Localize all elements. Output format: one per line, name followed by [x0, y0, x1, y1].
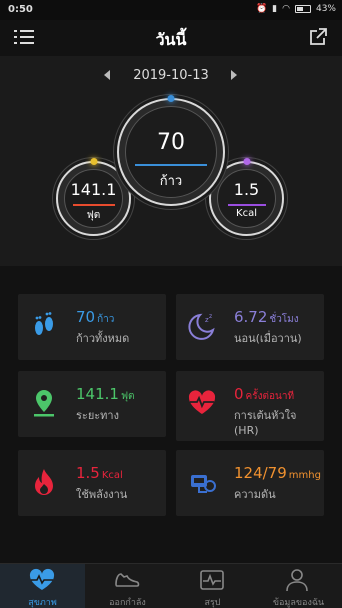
footprints-icon	[35, 312, 53, 335]
current-date: 2019-10-13	[133, 68, 209, 83]
bottom-tab-bar: สุขภาพ ออกกำลัง สรุป ข้อมูลของฉัน	[0, 563, 342, 608]
sleep-unit: ชั่วโมง	[269, 314, 299, 325]
steps-unit: ก้าว	[97, 314, 115, 325]
heart-rate-value: 0	[234, 385, 244, 403]
sleep-card[interactable]: z z 6.72 ชั่วโมง นอน(เมื่อวาน)	[176, 294, 324, 360]
distance-ring-unit: ฟุต	[86, 210, 101, 221]
tab-my-profile-label: ข้อมูลของฉัน	[272, 598, 325, 608]
location-pin-icon	[34, 390, 54, 417]
ring-indicator-dot	[167, 95, 175, 102]
blood-pressure-value: 124/79	[234, 464, 287, 482]
heart-rate-unit: ครั้งต่อนาที	[245, 391, 295, 402]
distance-card-label: ระยะทาง	[76, 409, 119, 422]
heart-rate-card[interactable]: 0 ครั้งต่อนาที การเต้นหัวใจ (HR)	[176, 371, 324, 441]
wifi-icon: ◠	[282, 4, 290, 14]
signal-icon: ▮	[272, 4, 278, 14]
status-icons: ⏰ ▮ ◠ 43%	[256, 4, 336, 14]
steps-card-label: ก้าวทั้งหมด	[76, 332, 130, 345]
steps-ring-value: 70	[157, 130, 185, 155]
calories-card-value: 1.5 Kcal	[76, 464, 123, 482]
chevron-right-icon[interactable]	[231, 70, 237, 80]
steps-ring-unit: ก้าว	[159, 174, 183, 189]
page-title: วันนี้	[155, 30, 187, 49]
shoe-icon	[115, 573, 140, 587]
svg-text:z: z	[209, 313, 212, 320]
user-icon	[286, 569, 308, 592]
date-navigator: 2019-10-13	[0, 68, 342, 84]
battery-icon	[294, 5, 311, 13]
steps-ring-bar	[135, 164, 207, 166]
ring-indicator-dot	[243, 158, 250, 165]
sleep-card-value: 6.72 ชั่วโมง	[234, 308, 299, 327]
status-time: 0:50	[8, 4, 33, 15]
distance-card-value: 141.1 ฟุต	[76, 385, 135, 404]
ring-indicator-dot	[90, 158, 97, 165]
heart-rate-card-label: การเต้นหัวใจ (HR)	[234, 408, 296, 438]
share-icon[interactable]	[308, 27, 328, 47]
steps-value: 70	[76, 308, 96, 326]
chart-pulse-icon	[200, 570, 224, 590]
steps-ring[interactable]: 70 ก้าว	[117, 95, 225, 206]
blood-pressure-unit: mmhg	[288, 470, 321, 481]
tab-summary[interactable]: สรุป	[170, 564, 255, 608]
sleep-card-label: นอน(เมื่อวาน)	[234, 332, 302, 345]
battery-level: 43%	[315, 4, 336, 14]
blood-pressure-icon	[191, 475, 216, 493]
blood-pressure-card-label: ความดัน	[234, 488, 276, 501]
heart-monitor-icon	[29, 568, 55, 590]
heart-rate-card-value: 0 ครั้งต่อนาที	[234, 385, 294, 404]
calories-unit: Kcal	[101, 470, 123, 481]
tab-my-profile[interactable]: ข้อมูลของฉัน	[255, 564, 342, 608]
blood-pressure-card-value: 124/79 mmhg	[234, 464, 321, 482]
distance-card[interactable]: 141.1 ฟุต ระยะทาง	[18, 371, 166, 437]
tab-health[interactable]: สุขภาพ	[0, 564, 85, 608]
app-bar: วันนี้	[0, 20, 342, 56]
calories-ring-bar	[227, 204, 266, 206]
distance-ring-bar	[72, 204, 115, 206]
sleep-value: 6.72	[234, 308, 268, 326]
heart-pulse-icon	[188, 390, 216, 414]
tab-health-label: สุขภาพ	[28, 598, 57, 608]
tab-exercise[interactable]: ออกกำลัง	[85, 564, 170, 608]
blood-pressure-card[interactable]: 124/79 mmhg ความดัน	[176, 450, 324, 516]
moon-sleep-icon: z z	[188, 313, 215, 340]
alarm-icon: ⏰	[255, 4, 268, 14]
heart-rate-label-line2: (HR)	[234, 424, 259, 437]
flame-icon	[35, 469, 53, 495]
calories-card[interactable]: 1.5 Kcal ใช้พลังงาน	[18, 450, 166, 516]
status-bar: 0:50 ⏰ ▮ ◠ 43%	[0, 0, 342, 20]
summary-panel: 2019-10-13 141.1 ฟุต 1.5 Kcal 70 ก้าว	[0, 56, 342, 266]
tab-exercise-label: ออกกำลัง	[109, 598, 146, 608]
heart-rate-label-line1: การเต้นหัวใจ	[234, 409, 297, 422]
calories-ring-unit: Kcal	[236, 208, 257, 219]
distance-value: 141.1	[76, 385, 119, 403]
chevron-left-icon[interactable]	[104, 70, 110, 80]
distance-unit: ฟุต	[120, 391, 135, 402]
steps-card-value: 70 ก้าว	[76, 308, 114, 327]
steps-card[interactable]: 70 ก้าว ก้าวทั้งหมด	[18, 294, 166, 360]
calories-card-label: ใช้พลังงาน	[76, 488, 128, 501]
calories-value: 1.5	[76, 464, 100, 482]
tab-summary-label: สรุป	[204, 598, 221, 608]
